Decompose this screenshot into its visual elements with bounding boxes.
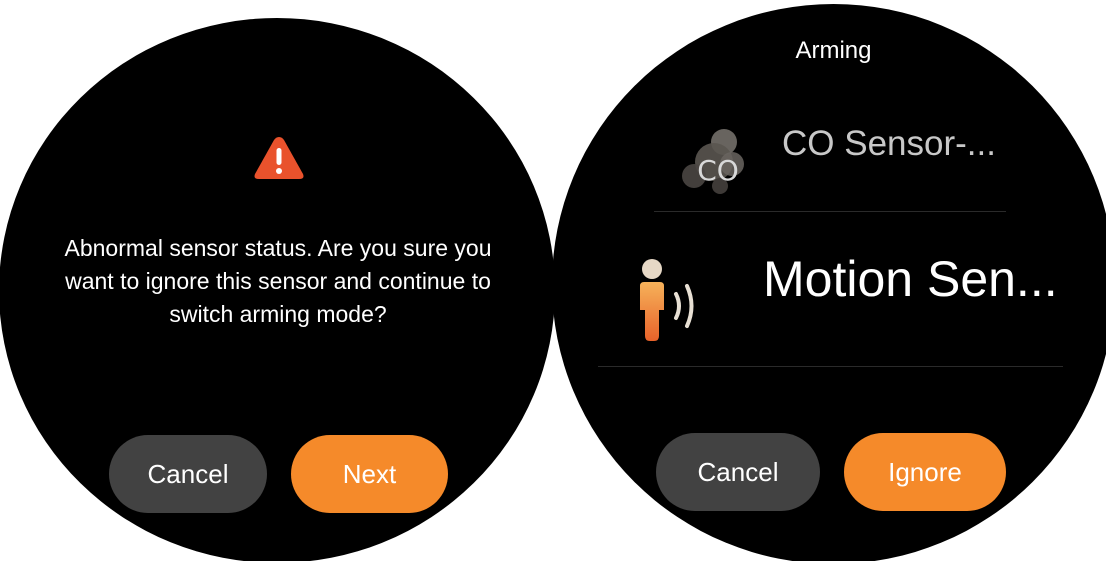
motion-sensor-icon — [640, 259, 694, 341]
divider — [598, 366, 1063, 367]
ignore-button[interactable]: Ignore — [844, 433, 1006, 511]
sensor-item-co[interactable]: CO CO Sensor-... — [652, 102, 1052, 214]
divider — [654, 211, 1006, 212]
confirm-message: Abnormal sensor status. Are you sure you… — [64, 235, 492, 327]
svg-text:CO: CO — [697, 154, 739, 187]
stage: Abnormal sensor status. Are you sure you… — [0, 0, 1106, 561]
cancel-button[interactable]: Cancel — [109, 435, 267, 513]
cancel-button-label: Cancel — [697, 456, 779, 487]
warning-triangle-icon — [254, 137, 304, 179]
screen-title: Arming — [795, 37, 872, 64]
ignore-button-label: Ignore — [888, 456, 962, 487]
sensor-item-motion[interactable]: Motion Sen... — [592, 216, 1062, 366]
watch-screen-arming: Arming CO CO Sensor-... Motion Sen... Ca… — [552, 4, 1106, 561]
cancel-button-label: Cancel — [147, 458, 229, 489]
cancel-button[interactable]: Cancel — [656, 433, 820, 511]
sensor-label-co: CO Sensor-... — [782, 124, 996, 163]
next-button-label: Next — [342, 458, 397, 489]
next-button[interactable]: Next — [291, 435, 448, 513]
sensor-label-motion: Motion Sen... — [763, 251, 1058, 307]
watch-screen-confirm-dialog: Abnormal sensor status. Are you sure you… — [0, 18, 555, 561]
co-sensor-icon: CO — [682, 129, 744, 194]
